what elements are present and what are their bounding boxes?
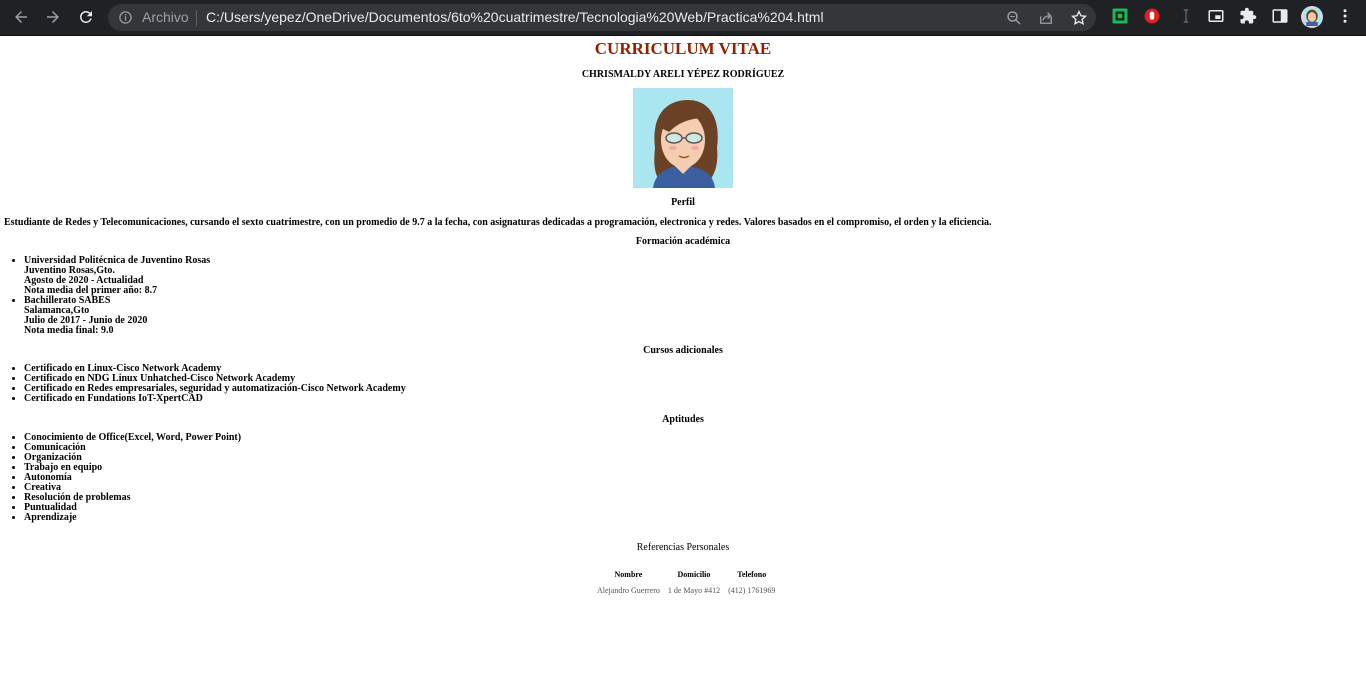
side-panel-button[interactable]	[1271, 7, 1289, 25]
extensions-button[interactable]	[1239, 7, 1257, 25]
zoom-icon[interactable]	[1005, 9, 1023, 27]
profile-avatar[interactable]	[1301, 6, 1323, 28]
formacion-list: Universidad Politécnica de Juventino Ros…	[24, 256, 210, 336]
media-icon	[1208, 10, 1224, 22]
perfil-text: Estudiante de Redes y Telecomunicaciones…	[4, 217, 992, 228]
extension-red-button[interactable]	[1143, 7, 1161, 25]
list-item: Certificado en Fundations IoT-XpertCAD	[24, 394, 406, 404]
reload-button[interactable]	[74, 5, 98, 29]
list-item: Bachillerato SABES Salamanca,Gto Julio d…	[24, 296, 210, 336]
back-button[interactable]	[9, 5, 33, 29]
extension-gray-button[interactable]	[1177, 7, 1195, 25]
chip-divider	[196, 10, 197, 26]
profile-avatar-icon	[1303, 8, 1321, 26]
more-menu-icon	[1343, 9, 1347, 23]
table-header-row: Nombre Domicilio Telefono	[593, 568, 779, 580]
column-header-domicilio: Domicilio	[677, 569, 711, 579]
perfil-heading: Perfil	[671, 197, 695, 208]
cell-domicilio: 1 de Mayo #412	[667, 585, 721, 595]
column-header-telefono: Telefono	[737, 569, 767, 579]
person-name: CHRISMALDY ARELI YÉPEZ RODRÍGUEZ	[581, 69, 785, 80]
forward-button[interactable]	[41, 5, 65, 29]
cell-telefono: (412) 1761969	[728, 585, 776, 595]
file-chip-label: Archivo	[142, 9, 189, 25]
column-header-nombre: Nombre	[614, 569, 643, 579]
info-icon[interactable]	[118, 10, 133, 25]
sidebar-icon	[1272, 9, 1288, 23]
extension-green-button[interactable]	[1111, 7, 1129, 25]
star-icon[interactable]	[1070, 9, 1088, 27]
formacion-heading: Formación académica	[635, 236, 731, 247]
referencias-heading: Referencias Personales	[636, 542, 730, 553]
back-arrow-icon	[15, 11, 27, 23]
puzzle-icon	[1240, 7, 1257, 24]
url-text[interactable]: C:/Users/yepez/OneDrive/Documentos/6to%2…	[206, 9, 824, 25]
forward-arrow-icon	[47, 11, 59, 23]
extension-red-hand-icon	[1144, 8, 1160, 24]
address-bar[interactable]: Archivo C:/Users/yepez/OneDrive/Document…	[108, 4, 1096, 31]
cv-page: CURRICULUM VITAE CHRISMALDY ARELI YÉPEZ …	[0, 36, 1366, 692]
more-menu-button[interactable]	[1336, 7, 1354, 25]
media-button[interactable]	[1207, 7, 1225, 25]
referencias-table: Nombre Domicilio Telefono Alejandro Guer…	[593, 568, 779, 600]
reload-icon	[79, 10, 92, 23]
table-row: Alejandro Guerrero 1 de Mayo #412 (412) …	[593, 580, 779, 600]
list-item: Aprendizaje	[24, 513, 241, 523]
cursos-heading: Cursos adicionales	[643, 345, 723, 356]
list-item: Universidad Politécnica de Juventino Ros…	[24, 256, 210, 296]
aptitudes-list: Conocimiento de Office(Excel, Word, Powe…	[24, 433, 241, 523]
cursos-list: Certificado en Linux-Cisco Network Acade…	[24, 364, 406, 404]
browser-toolbar: Archivo C:/Users/yepez/OneDrive/Document…	[0, 0, 1366, 36]
extension-green-icon	[1112, 8, 1128, 24]
cell-nombre: Alejandro Guerrero	[597, 585, 660, 595]
profile-photo	[633, 88, 733, 188]
extension-gray-icon	[1183, 9, 1189, 23]
formacion-grade: Nota media final: 9.0	[24, 325, 114, 336]
aptitudes-heading: Aptitudes	[662, 414, 704, 425]
share-icon[interactable]	[1037, 9, 1055, 27]
avatar-illustration	[633, 88, 733, 188]
page-title: CURRICULUM VITAE	[594, 39, 772, 58]
